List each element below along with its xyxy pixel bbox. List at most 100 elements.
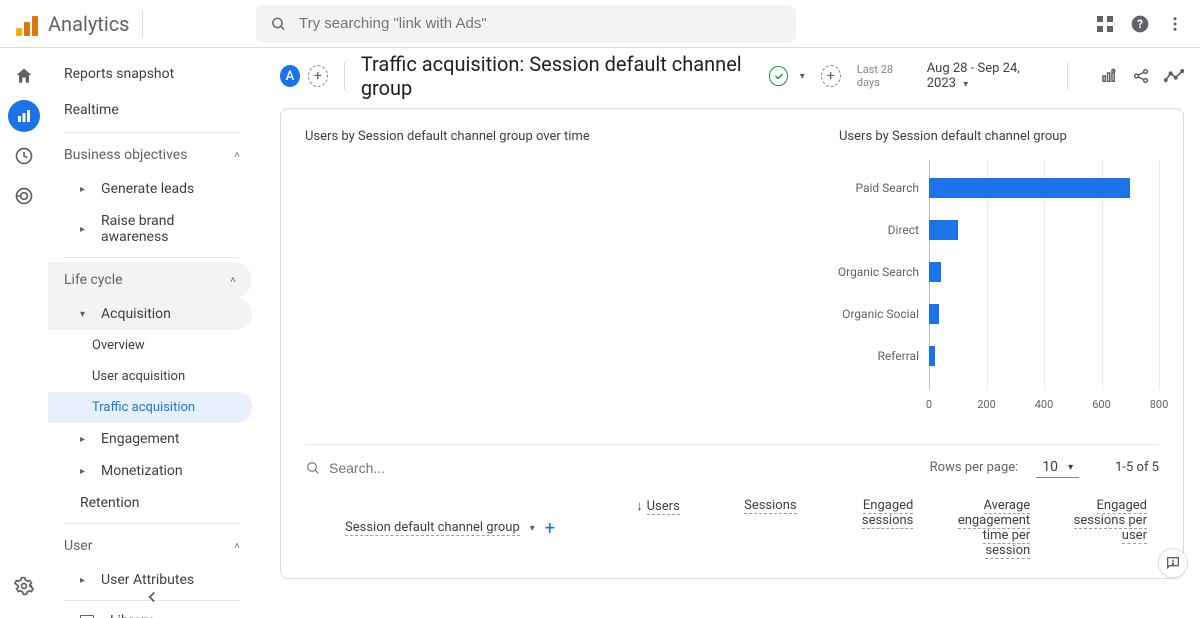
- verified-check-icon[interactable]: [769, 66, 787, 86]
- add-button[interactable]: +: [821, 65, 841, 87]
- divider: [1067, 62, 1068, 90]
- rows-per-page-label: Rows per page:: [930, 460, 1019, 475]
- app-name: Analytics: [48, 12, 130, 36]
- column-avg-engagement-time[interactable]: Average engagement time per session: [925, 498, 1042, 558]
- bar-row: Paid Search: [929, 178, 1159, 198]
- audience-badge[interactable]: A: [280, 65, 300, 87]
- divider: [64, 257, 240, 258]
- pagination-info: 1-5 of 5: [1115, 460, 1159, 475]
- title-dropdown-caret-icon[interactable]: ▾: [800, 71, 805, 82]
- x-tick: 800: [1150, 398, 1169, 411]
- search-input[interactable]: [299, 15, 782, 32]
- bar-row: Direct: [929, 220, 1159, 240]
- page-title: Traffic acquisition: Session default cha…: [361, 52, 756, 100]
- sidebar-section-life-cycle[interactable]: Life cycle ˄: [48, 262, 252, 298]
- sidebar-item-monetization[interactable]: Monetization: [48, 455, 256, 487]
- apps-icon[interactable]: [1096, 15, 1114, 33]
- page-header: A + Traffic acquisition: Session default…: [280, 48, 1184, 104]
- rail-reports-icon[interactable]: [8, 100, 40, 132]
- top-bar: Analytics ?: [0, 0, 1200, 48]
- section-label: Life cycle: [64, 272, 123, 288]
- table-header-row: Session default channel group ▾ + ↓Users…: [305, 486, 1159, 558]
- rail-advertising-icon[interactable]: [8, 180, 40, 212]
- sidebar-section-business-objectives[interactable]: Business objectives ˄: [48, 137, 256, 173]
- chevron-down-icon: ▾: [530, 523, 535, 534]
- bar-label: Direct: [888, 223, 929, 237]
- column-engaged-sessions-per-user[interactable]: Engaged sessions per user: [1042, 498, 1159, 558]
- date-range-picker[interactable]: Aug 28 - Sep 24, 2023 ▾: [927, 61, 1051, 91]
- sidebar-item-retention[interactable]: Retention: [48, 487, 256, 519]
- share-icon[interactable]: [1132, 67, 1150, 85]
- bar-label: Organic Search: [838, 265, 929, 279]
- help-icon[interactable]: ?: [1130, 14, 1150, 34]
- divider: [64, 523, 240, 524]
- sidebar-item-engagement[interactable]: Engagement: [48, 423, 256, 455]
- chevron-up-icon: ˄: [234, 150, 240, 161]
- section-label: Business objectives: [64, 147, 187, 163]
- sidebar-item-generate-leads[interactable]: Generate leads: [48, 173, 256, 205]
- chevron-up-icon: ˄: [230, 275, 236, 286]
- search-box[interactable]: [256, 5, 796, 43]
- bar-chart: Paid SearchDirectOrganic SearchOrganic S…: [839, 160, 1159, 420]
- column-sessions[interactable]: Sessions: [692, 498, 809, 558]
- analytics-logo-icon: [16, 12, 40, 36]
- line-chart-placeholder: [305, 160, 799, 420]
- collapse-sidebar-button[interactable]: [135, 580, 169, 614]
- rail-admin-icon[interactable]: [8, 570, 40, 602]
- line-chart-title: Users by Session default channel group o…: [305, 129, 799, 144]
- more-vert-icon[interactable]: [1166, 15, 1184, 33]
- bar-label: Organic Social: [842, 307, 929, 321]
- rail-explore-icon[interactable]: [8, 140, 40, 172]
- section-label: User: [64, 538, 92, 554]
- bar-fill[interactable]: [929, 178, 1130, 198]
- sidebar-item-traffic-acquisition[interactable]: Traffic acquisition: [48, 392, 252, 423]
- svg-text:?: ?: [1137, 17, 1143, 31]
- edit-comparisons-icon[interactable]: [1100, 67, 1118, 85]
- bar-fill[interactable]: [929, 262, 941, 282]
- sidebar-item-realtime[interactable]: Realtime: [48, 92, 256, 128]
- column-users[interactable]: ↓Users: [575, 498, 692, 558]
- table-search-input[interactable]: [329, 460, 529, 476]
- report-card: Users by Session default channel group o…: [280, 108, 1184, 579]
- sidebar-item-overview[interactable]: Overview: [48, 330, 256, 361]
- bar-row: Referral: [929, 346, 1159, 366]
- dimension-column-header[interactable]: Session default channel group ▾ +: [305, 498, 575, 558]
- table-toolbar: Rows per page: 10 ▾ 1-5 of 5: [305, 444, 1159, 478]
- bar-row: Organic Search: [929, 262, 1159, 282]
- bar-fill[interactable]: [929, 220, 958, 240]
- sidebar-item-raise-awareness[interactable]: Raise brand awareness: [48, 205, 256, 253]
- x-tick: 200: [977, 398, 996, 411]
- chevron-down-icon: ▾: [1068, 462, 1073, 473]
- feedback-button[interactable]: [1158, 548, 1188, 578]
- add-dimension-button[interactable]: +: [545, 518, 555, 539]
- x-tick: 400: [1035, 398, 1054, 411]
- sidebar-item-user-acquisition[interactable]: User acquisition: [48, 361, 256, 392]
- bar-chart-panel: Users by Session default channel group P…: [839, 129, 1159, 420]
- bar-fill[interactable]: [929, 346, 935, 366]
- table-search[interactable]: [305, 460, 918, 476]
- date-range-label: Last 28 days: [857, 63, 913, 89]
- rail-home-icon[interactable]: [8, 60, 40, 92]
- left-rail: [0, 48, 48, 618]
- insights-icon[interactable]: [1164, 69, 1184, 83]
- bar-chart-title: Users by Session default channel group: [839, 129, 1159, 144]
- divider: [344, 62, 345, 90]
- sidebar-section-user[interactable]: User ˄: [48, 528, 256, 564]
- sidebar-item-acquisition[interactable]: Acquisition: [48, 298, 252, 330]
- date-range-value: Aug 28 - Sep 24, 2023: [927, 61, 1020, 91]
- search-icon: [305, 460, 321, 476]
- bar-fill[interactable]: [929, 304, 939, 324]
- rows-per-page-select[interactable]: 10 ▾: [1036, 457, 1079, 478]
- sidebar-item-reports-snapshot[interactable]: Reports snapshot: [48, 56, 256, 92]
- bar-label: Referral: [878, 349, 930, 363]
- dimension-label: Session default channel group: [345, 520, 520, 536]
- search-icon: [270, 15, 287, 33]
- sort-down-icon: ↓: [636, 499, 643, 514]
- add-comparison-button[interactable]: +: [308, 65, 328, 87]
- main-content: A + Traffic acquisition: Session default…: [256, 48, 1200, 618]
- chevron-down-icon: ▾: [963, 79, 968, 90]
- column-engaged-sessions[interactable]: Engaged sessions: [809, 498, 926, 558]
- header-actions: [1100, 67, 1184, 85]
- rows-per-page-value: 10: [1042, 459, 1058, 475]
- divider: [64, 132, 240, 133]
